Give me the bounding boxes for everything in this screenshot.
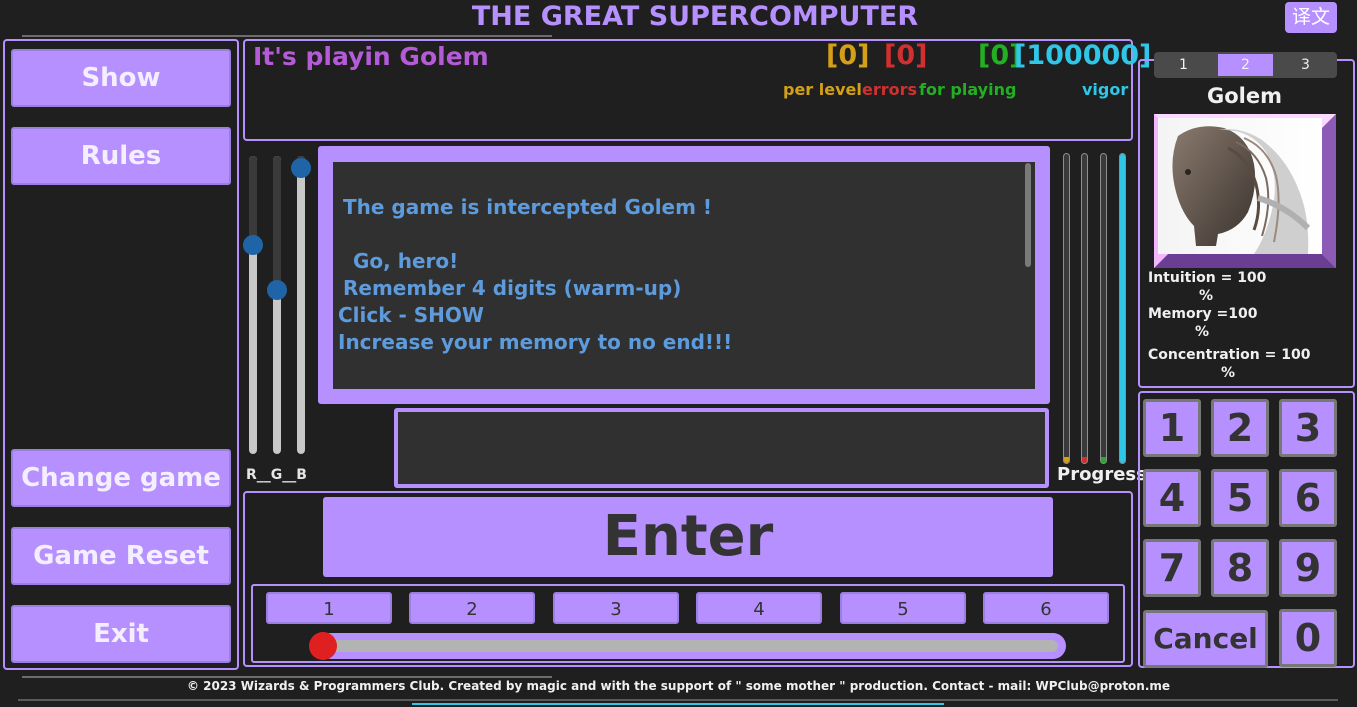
key-4[interactable]: 4 <box>1143 469 1201 527</box>
concentration-unit: % <box>1221 365 1236 381</box>
translate-button[interactable]: 译文 <box>1285 2 1337 33</box>
footer-divider <box>22 676 552 678</box>
memory-stat: Memory =100 <box>1148 306 1258 322</box>
blue-slider-thumb[interactable] <box>291 157 311 178</box>
playing-status: It's playin Golem <box>253 42 489 71</box>
message-line: Increase your memory to no end!!! <box>338 330 733 354</box>
footer-accent-line <box>412 703 944 705</box>
key-0[interactable]: 0 <box>1279 609 1337 667</box>
footer-divider <box>18 699 1338 701</box>
key-1[interactable]: 1 <box>1143 399 1201 457</box>
red-slider[interactable] <box>249 156 257 454</box>
key-8[interactable]: 8 <box>1211 539 1269 597</box>
answer-input[interactable] <box>394 408 1049 488</box>
exit-button[interactable]: Exit <box>11 605 231 663</box>
key-2[interactable]: 2 <box>1211 399 1269 457</box>
title-divider <box>22 35 552 37</box>
game-title: THE GREAT SUPERCOMPUTER <box>471 1 919 32</box>
show-button[interactable]: Show <box>11 49 231 107</box>
intuition-stat: Intuition = 100 <box>1148 270 1267 286</box>
enter-button[interactable]: Enter <box>323 497 1053 577</box>
vigor-progress <box>1119 153 1126 464</box>
key-6[interactable]: 6 <box>1279 469 1337 527</box>
cancel-button[interactable]: Cancel <box>1143 610 1268 668</box>
character-tab-3[interactable]: 3 <box>1278 54 1333 76</box>
level-slider-track <box>330 640 1058 652</box>
message-line: Click - SHOW <box>338 303 484 327</box>
per-level-progress <box>1063 153 1070 464</box>
errors-label: errors <box>862 80 918 99</box>
level-button-5[interactable]: 5 <box>840 592 966 624</box>
intuition-unit: % <box>1199 288 1214 304</box>
level-button-2[interactable]: 2 <box>409 592 535 624</box>
game-reset-button[interactable]: Game Reset <box>11 527 231 585</box>
character-name: Golem <box>1207 84 1282 108</box>
memory-unit: % <box>1195 324 1210 340</box>
message-scrollbar[interactable] <box>1025 163 1031 267</box>
golem-portrait <box>1158 118 1322 254</box>
progress-label: Progress <box>1057 464 1147 485</box>
level-button-3[interactable]: 3 <box>553 592 679 624</box>
key-9[interactable]: 9 <box>1279 539 1337 597</box>
blue-slider[interactable] <box>297 156 305 454</box>
for-playing-progress <box>1100 153 1107 464</box>
message-line: Remember 4 digits (warm-up) <box>343 276 682 300</box>
per-level-label: per level <box>783 80 862 99</box>
green-slider[interactable] <box>273 156 281 454</box>
footer-copyright: © 2023 Wizards & Programmers Club. Creat… <box>186 679 1171 693</box>
vigor-label: vigor <box>1082 80 1129 99</box>
rules-button[interactable]: Rules <box>11 127 231 185</box>
level-button-4[interactable]: 4 <box>696 592 822 624</box>
for-playing-label: for playing <box>919 80 1017 99</box>
level-slider-thumb[interactable] <box>309 632 337 660</box>
key-5[interactable]: 5 <box>1211 469 1269 527</box>
level-button-6[interactable]: 6 <box>983 592 1109 624</box>
vigor-value: [100000] <box>1014 40 1152 71</box>
per-level-value: [0] <box>826 40 870 71</box>
key-7[interactable]: 7 <box>1143 539 1201 597</box>
errors-value: [0] <box>884 40 928 71</box>
errors-progress <box>1081 153 1088 464</box>
message-line: The game is intercepted Golem ! <box>343 195 713 219</box>
key-3[interactable]: 3 <box>1279 399 1337 457</box>
level-button-1[interactable]: 1 <box>266 592 392 624</box>
message-line: Go, hero! <box>353 249 459 273</box>
character-tab-1[interactable]: 1 <box>1156 54 1211 76</box>
green-slider-thumb[interactable] <box>267 280 287 301</box>
rgb-label: R__G__B <box>246 467 307 483</box>
character-tab-2[interactable]: 2 <box>1218 54 1273 76</box>
change-game-button[interactable]: Change game <box>11 449 231 507</box>
concentration-stat: Concentration = 100 <box>1148 347 1311 363</box>
red-slider-thumb[interactable] <box>243 235 263 256</box>
